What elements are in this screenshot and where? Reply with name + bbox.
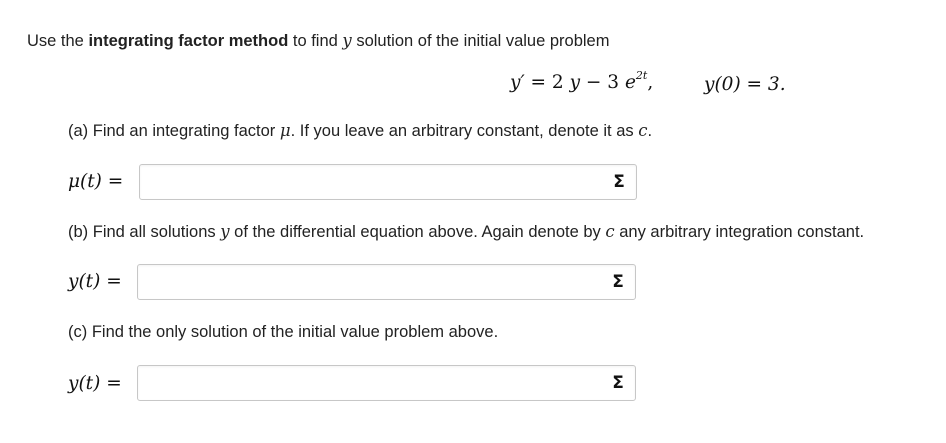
intro-var: y xyxy=(342,31,352,50)
eq-comma: , xyxy=(647,72,654,94)
part-a-answer-label: μ(t) = xyxy=(68,171,124,192)
part-a-answer-input[interactable] xyxy=(140,165,594,199)
part-c-answer-field[interactable]: Σ xyxy=(137,365,636,401)
intro-prefix: Use the xyxy=(27,32,89,50)
part-b-text3: any arbitrary integration constant. xyxy=(614,223,865,241)
part-b-answer-input[interactable] xyxy=(138,265,593,299)
intro-suffix: solution of the initial value problem xyxy=(351,32,610,50)
part-c-answer-label: y(t) = xyxy=(68,373,122,394)
eq-equals: = 2 xyxy=(524,72,570,94)
part-a-question: (a) Find an integrating factor μ. If you… xyxy=(68,121,652,141)
eq-lhs: y′ xyxy=(510,72,525,94)
part-b-question: (b) Find all solutions y of the differen… xyxy=(68,222,864,242)
eq-minus: − 3 xyxy=(580,72,625,94)
initial-condition: y(0) = 3. xyxy=(704,74,786,95)
part-a-answer-field[interactable]: Σ xyxy=(139,164,637,200)
part-b-answer-label: y(t) = xyxy=(68,271,122,292)
part-c-answer-input[interactable] xyxy=(138,366,593,400)
problem-intro: Use the integrating factor method to fin… xyxy=(27,31,609,51)
part-a-text1: (a) Find an integrating factor xyxy=(68,122,280,140)
sigma-icon[interactable]: Σ xyxy=(608,373,628,393)
intro-method: integrating factor method xyxy=(88,32,289,50)
eq-exponent: 2t xyxy=(635,69,648,82)
part-a-mu: μ xyxy=(279,121,291,140)
part-b-c: c xyxy=(605,222,615,241)
differential-equation: y′ = 2 y − 3 e2t, xyxy=(510,69,654,94)
sigma-icon[interactable]: Σ xyxy=(608,272,628,292)
part-b-text1: (b) Find all solutions xyxy=(68,223,221,241)
sigma-icon[interactable]: Σ xyxy=(609,172,629,192)
eq-e: e xyxy=(624,72,636,94)
eq-y: y xyxy=(569,72,581,94)
part-a-text3: . xyxy=(647,122,653,140)
intro-middle: to find xyxy=(288,32,343,50)
part-b-answer-field[interactable]: Σ xyxy=(137,264,636,300)
part-b-y: y xyxy=(220,222,230,241)
part-c-question: (c) Find the only solution of the initia… xyxy=(68,323,499,341)
part-b-text2: of the differential equation above. Agai… xyxy=(229,223,606,241)
part-a-text2: . If you leave an arbitrary constant, de… xyxy=(290,122,639,140)
